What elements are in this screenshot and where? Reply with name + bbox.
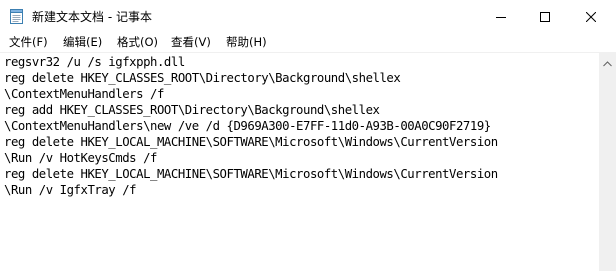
menu-help[interactable]: 帮助(H) (226, 34, 267, 50)
menu-file[interactable]: 文件(F) (9, 34, 48, 50)
text-line: reg delete HKEY_CLASSES_ROOT\Directory\B… (4, 71, 401, 85)
scroll-up-button[interactable] (599, 53, 616, 70)
text-editor-area[interactable]: regsvr32 /u /s igfxpph.dll reg delete HK… (0, 53, 599, 271)
text-line: reg delete HKEY_LOCAL_MACHINE\SOFTWARE\M… (4, 135, 498, 149)
vertical-scrollbar[interactable] (599, 53, 616, 271)
minimize-button[interactable] (478, 0, 524, 32)
text-line: \Run /v IgfxTray /f (4, 183, 137, 197)
text-line: reg delete HKEY_LOCAL_MACHINE\SOFTWARE\M… (4, 167, 498, 181)
text-line: \ContextMenuHandlers\new /ve /d {D969A30… (4, 119, 491, 133)
maximize-icon (540, 7, 550, 26)
close-icon (585, 7, 597, 26)
window-title: 新建文本文档 - 记事本 (32, 10, 152, 24)
minimize-icon (496, 7, 506, 26)
menu-format[interactable]: 格式(O) (117, 34, 158, 50)
menu-view[interactable]: 查看(V) (171, 34, 211, 50)
menu-bar: 文件(F) 编辑(E) 格式(O) 查看(V) 帮助(H) (0, 32, 616, 52)
text-line: \Run /v HotKeysCmds /f (4, 151, 157, 165)
text-line: \ContextMenuHandlers /f (4, 87, 164, 101)
scroll-track[interactable] (601, 71, 614, 271)
close-button[interactable] (568, 0, 614, 32)
notepad-window: 新建文本文档 - 记事本 文件(F) 编辑(E) 格式(O) 查看(V) 帮助(… (0, 0, 616, 271)
text-line: reg add HKEY_CLASSES_ROOT\Directory\Back… (4, 103, 380, 117)
title-bar[interactable]: 新建文本文档 - 记事本 (0, 0, 616, 32)
maximize-button[interactable] (522, 0, 568, 32)
scroll-up-arrow-icon (603, 52, 612, 71)
menu-edit[interactable]: 编辑(E) (63, 34, 102, 50)
text-line: regsvr32 /u /s igfxpph.dll (4, 55, 185, 69)
notepad-icon (10, 9, 23, 24)
